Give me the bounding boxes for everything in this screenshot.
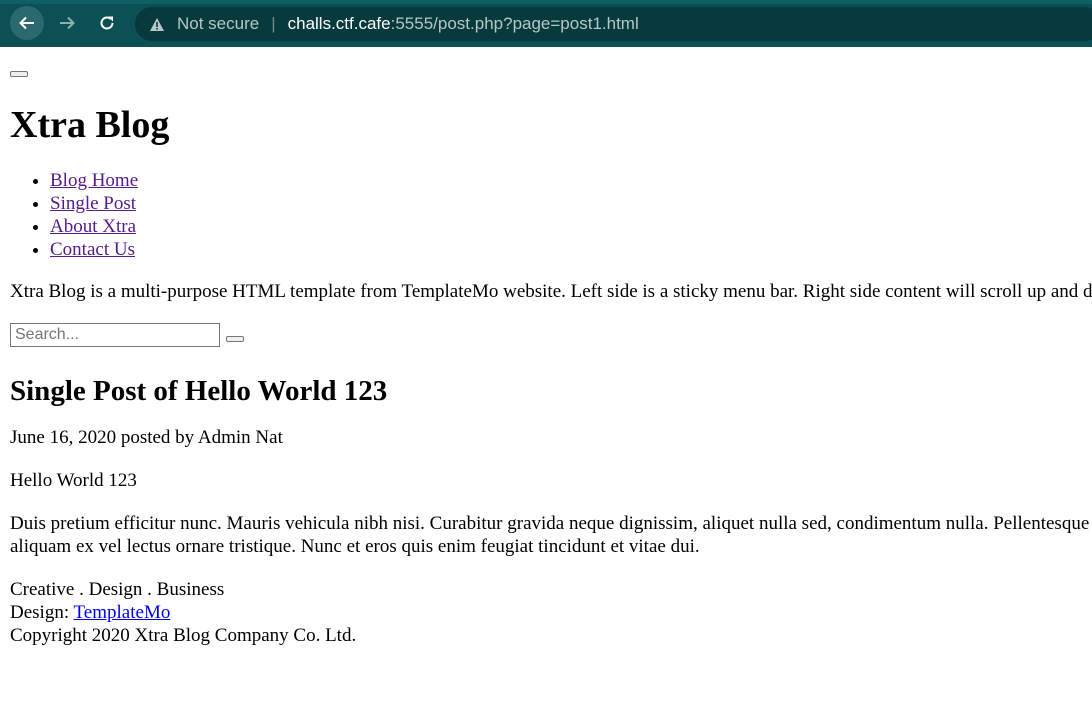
reload-button[interactable] [90, 6, 124, 40]
warning-icon[interactable] [149, 14, 169, 34]
page-content: Xtra Blog Blog Home Single Post About Xt… [0, 71, 1092, 647]
footer-design-credit: Design: TemplateMo [10, 601, 1082, 624]
back-arrow-icon [19, 16, 34, 30]
browser-toolbar: Not secure | challs.ctf.cafe:5555/post.p… [0, 0, 1092, 47]
post-body-line-2: aliquam ex vel lectus ornare tristique. … [10, 535, 700, 557]
omnibox-divider: | [271, 14, 276, 33]
site-nav: Blog Home Single Post About Xtra Contact… [10, 169, 1082, 261]
nav-item-single-post: Single Post [50, 192, 1082, 215]
post-title: Single Post of Hello World 123 [10, 374, 388, 407]
templatemo-link[interactable]: TemplateMo [74, 602, 171, 623]
nav-item-about: About Xtra [50, 215, 1082, 238]
search-input[interactable] [10, 322, 220, 347]
forward-button[interactable] [50, 6, 84, 40]
url-host: challs.ctf.cafe [287, 14, 391, 33]
post-subtitle: Hello World 123 [10, 469, 137, 491]
url-path: :5555/post.php?page=post1.html [390, 14, 639, 33]
search-form [10, 322, 1082, 348]
footer-design-prefix: Design: [10, 601, 70, 623]
footer-copyright: Copyright 2020 Xtra Blog Company Co. Ltd… [10, 624, 357, 646]
nav-item-contact: Contact Us [50, 238, 1082, 261]
nav-item-blog-home: Blog Home [50, 169, 1082, 192]
post-body: Duis pretium efficitur nunc. Mauris vehi… [10, 512, 1089, 558]
nav-link-about[interactable]: About Xtra [50, 216, 136, 237]
address-bar[interactable]: Not secure | challs.ctf.cafe:5555/post.p… [135, 7, 1092, 41]
site-footer: Creative . Design . Business Design: Tem… [10, 578, 1082, 647]
forward-arrow-icon [60, 16, 75, 30]
back-button[interactable] [10, 6, 44, 40]
site-description: Xtra Blog is a multi-purpose HTML templa… [10, 280, 1092, 302]
site-title: Xtra Blog [10, 104, 170, 146]
post-meta: June 16, 2020 posted by Admin Nat [10, 426, 283, 448]
post-body-line-1: Duis pretium efficitur nunc. Mauris vehi… [10, 512, 1090, 534]
search-button[interactable] [226, 335, 244, 342]
nav-link-blog-home[interactable]: Blog Home [50, 170, 138, 191]
menu-toggle-button[interactable] [10, 71, 28, 77]
reload-icon [100, 16, 114, 30]
footer-tagline: Creative . Design . Business [10, 578, 225, 600]
nav-link-contact[interactable]: Contact Us [50, 239, 135, 260]
nav-link-single-post[interactable]: Single Post [50, 193, 136, 214]
security-status[interactable]: Not secure [177, 14, 259, 34]
